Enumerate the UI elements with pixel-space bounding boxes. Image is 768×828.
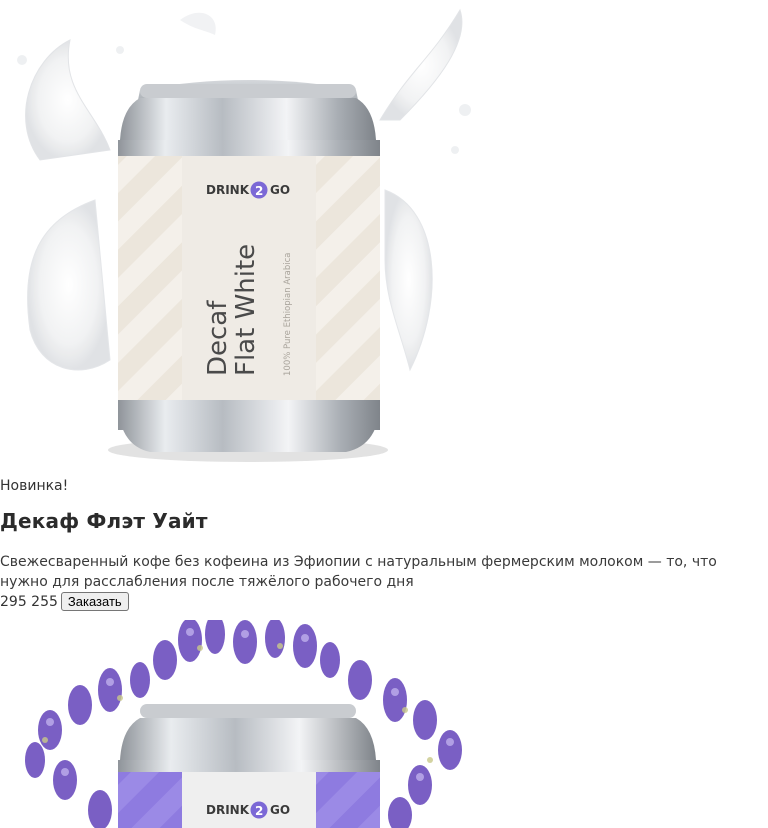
price-row: 295 255 Заказать bbox=[0, 592, 129, 611]
brand-logo: DRINK 2 GO bbox=[206, 181, 290, 199]
svg-text:2: 2 bbox=[255, 184, 263, 198]
svg-text:Flat White: Flat White bbox=[231, 244, 261, 376]
product-title: Декаф Флэт Уайт bbox=[0, 509, 208, 533]
svg-text:DRINK: DRINK bbox=[206, 803, 250, 817]
product-card: DRINK 2 GO bbox=[0, 614, 768, 828]
product-description: Свежесваренный кофе без кофеина из Эфиоп… bbox=[0, 554, 717, 590]
svg-text:GO: GO bbox=[270, 183, 290, 197]
product-price: 295 255 bbox=[0, 593, 58, 610]
product-image: DRINK 2 GO Decaf Flat White 100% Pure Et… bbox=[17, 8, 471, 462]
svg-text:DRINK: DRINK bbox=[206, 183, 250, 197]
brand-logo: DRINK 2 GO bbox=[206, 801, 290, 819]
order-button[interactable]: Заказать bbox=[60, 592, 129, 611]
svg-text:Decaf: Decaf bbox=[203, 300, 233, 376]
product-image: DRINK 2 GO bbox=[25, 620, 462, 828]
svg-text:2: 2 bbox=[255, 804, 263, 818]
svg-text:100% Pure Ethiopian Arabica: 100% Pure Ethiopian Arabica bbox=[283, 253, 293, 376]
product-card: DRINK 2 GO Decaf Flat White 100% Pure Et… bbox=[0, 0, 768, 614]
new-badge: Новинка! bbox=[0, 478, 69, 494]
svg-text:GO: GO bbox=[270, 803, 290, 817]
